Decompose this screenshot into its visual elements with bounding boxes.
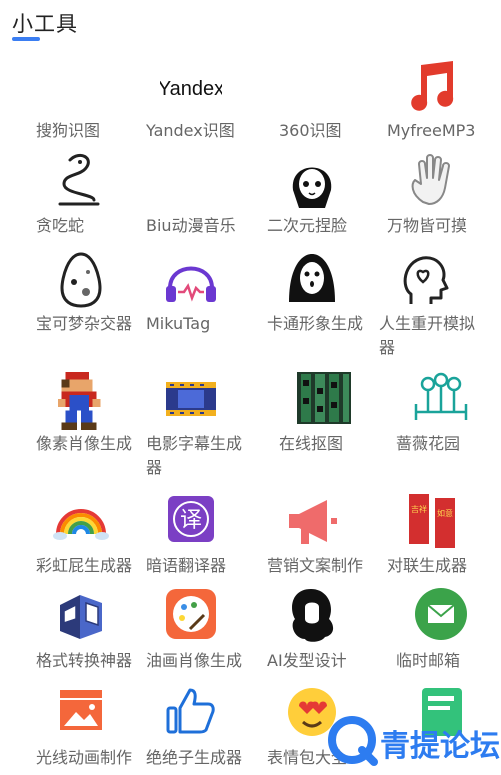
garden-icon xyxy=(410,368,472,430)
tool-label: 在线抠图 xyxy=(279,434,344,453)
film-strip-icon xyxy=(293,368,355,430)
tools-grid: 搜狗识图 Yandex Yandex识图 360识图 MyfreeMP3 贪吃蛇… xyxy=(0,0,501,771)
sogou-image-search-icon xyxy=(50,55,112,117)
tool-label: 格式转换神器 xyxy=(36,651,133,670)
tool-label: MyfreeMP3 xyxy=(387,121,476,140)
tool-label: 光线动画制作 xyxy=(36,748,133,767)
tool-label: AI发型设计 xyxy=(267,651,347,670)
svg-text:Yandex: Yandex xyxy=(160,78,222,100)
tool-label: 油画肖像生成 xyxy=(146,651,243,670)
tool-label: 宝可梦杂交器 xyxy=(36,314,133,333)
blank-icon xyxy=(293,55,355,117)
tool-label: 临时邮箱 xyxy=(396,651,461,670)
blank-icon xyxy=(160,150,222,212)
tool-label: Biu动漫音乐 xyxy=(146,216,236,235)
yandex-logo: Yandex xyxy=(160,55,222,117)
watermark: 青提论坛 xyxy=(318,700,501,771)
tool-label: 蔷薇花园 xyxy=(396,434,461,453)
rainbow-icon xyxy=(50,490,112,552)
svg-text:吉祥: 吉祥 xyxy=(411,504,427,514)
tool-label: 贪吃蛇 xyxy=(36,216,85,235)
tool-label: 360识图 xyxy=(279,121,342,140)
tool-label: 彩虹屁生成器 xyxy=(36,556,133,575)
tool-label: 像素肖像生成 xyxy=(36,434,133,453)
tool-label: 搜狗识图 xyxy=(36,121,101,140)
headphones-icon xyxy=(160,248,222,310)
tool-label: MikuTag xyxy=(146,314,211,333)
snake-icon xyxy=(50,150,112,212)
anime-face-icon xyxy=(281,150,343,212)
tool-label: 二次元捏脸 xyxy=(267,216,348,235)
egg-icon xyxy=(50,248,112,310)
tool-label: Yandex识图 xyxy=(146,121,235,140)
hair-icon xyxy=(281,585,343,647)
tool-label: 人生重开模拟器 xyxy=(379,314,476,357)
film-icon xyxy=(160,368,222,430)
ghost-mask-icon xyxy=(281,248,343,310)
cube-convert-icon xyxy=(50,585,112,647)
pixel-mario-icon xyxy=(50,368,112,430)
music-note-icon xyxy=(401,55,463,117)
mail-icon xyxy=(410,585,472,647)
tool-label: 万物皆可摸 xyxy=(387,216,468,235)
translate-icon: 译 xyxy=(160,490,222,552)
megaphone-icon xyxy=(281,490,343,552)
tool-label: 营销文案制作 xyxy=(267,556,364,575)
hand-icon xyxy=(401,150,463,212)
tool-label: 暗语翻译器 xyxy=(146,556,227,575)
tool-label: 卡通形象生成 xyxy=(267,314,364,333)
watermark-text: 青提论坛 xyxy=(380,729,500,764)
head-heart-icon xyxy=(393,248,455,310)
svg-text:译: 译 xyxy=(180,508,202,533)
tool-label: 对联生成器 xyxy=(387,556,468,575)
palette-icon xyxy=(160,585,222,647)
tool-label: 电影字幕生成器 xyxy=(146,434,243,477)
image-icon xyxy=(50,682,112,744)
svg-text:如意: 如意 xyxy=(437,508,453,518)
tool-label: 绝绝子生成器 xyxy=(146,748,243,767)
thumbs-up-icon xyxy=(160,682,222,744)
couplet-icon: 吉祥 如意 xyxy=(401,490,463,552)
